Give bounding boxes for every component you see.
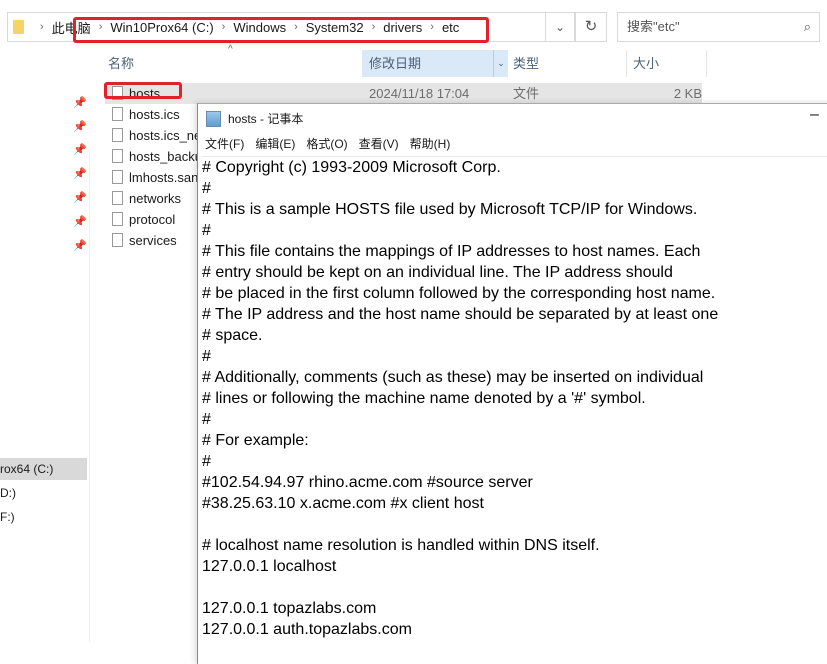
text-line: 127.0.0.1 auth.topazlabs.com [202, 621, 412, 638]
minimize-button[interactable]: – [810, 106, 819, 124]
menu-file[interactable]: 文件(F) [205, 135, 244, 155]
menu-view[interactable]: 查看(V) [359, 135, 399, 155]
text-line: # [202, 222, 211, 239]
file-icon [112, 170, 123, 184]
address-history-dropdown[interactable]: ⌄ [545, 12, 575, 42]
text-line: # [202, 411, 211, 428]
file-type: 文件 [513, 86, 540, 101]
refresh-button[interactable]: ↻ [575, 12, 607, 42]
column-header-size[interactable]: 大小 [633, 50, 659, 77]
column-header-name[interactable]: 名称 [108, 50, 134, 77]
text-line [202, 514, 827, 535]
file-name: services [129, 233, 177, 248]
text-line: #38.25.63.10 x.acme.com #x client host [202, 495, 484, 512]
file-size: 2 KB [673, 86, 702, 101]
chevron-down-icon[interactable]: ⌄ [493, 50, 508, 77]
pin-icon[interactable]: 📌 [73, 239, 87, 252]
pin-icon[interactable]: 📌 [73, 120, 87, 133]
text-line: #102.54.94.97 rhino.acme.com #source ser… [202, 474, 533, 491]
notepad-icon [206, 110, 221, 127]
file-name: hosts.ics [129, 107, 180, 122]
file-name: hosts_backu [129, 149, 202, 164]
file-icon [112, 107, 123, 121]
pin-icon[interactable]: 📌 [73, 96, 87, 109]
file-icon [112, 191, 123, 205]
menu-format[interactable]: 格式(O) [306, 135, 347, 155]
text-line: # entry should be kept on an individual … [202, 264, 673, 281]
text-line: # The IP address and the host name shoul… [202, 306, 719, 323]
sort-up-icon: ^ [228, 44, 233, 55]
menu-bar: 文件(F) 编辑(E) 格式(O) 查看(V) 帮助(H) [198, 135, 827, 155]
search-icon: ⌕ [803, 19, 811, 34]
text-line: # [202, 453, 211, 470]
text-line: # [202, 180, 211, 197]
text-line: # [202, 348, 211, 365]
notepad-window: hosts - 记事本 – 文件(F) 编辑(E) 格式(O) 查看(V) 帮助… [197, 103, 827, 664]
nav-drive-c[interactable]: rox64 (C:) [0, 458, 87, 480]
nav-drive-f[interactable]: F:) [0, 506, 15, 528]
chevron-right-icon: › [40, 21, 44, 33]
file-icon [112, 149, 123, 163]
highlight-box-path [73, 17, 489, 43]
nav-drive-d[interactable]: D:) [0, 482, 16, 504]
file-name: hosts.ics_ne [129, 128, 202, 143]
file-name: networks [129, 191, 182, 206]
divider [706, 50, 707, 77]
text-line: # This is a sample HOSTS file used by Mi… [202, 201, 698, 218]
pin-icon[interactable]: 📌 [73, 143, 87, 156]
text-line: # Additionally, comments (such as these)… [202, 369, 704, 386]
column-header-date[interactable]: 修改日期 ⌄ [362, 50, 508, 77]
pin-icon[interactable]: 📌 [73, 215, 87, 228]
text-line: # For example: [202, 432, 309, 449]
text-line [202, 577, 827, 598]
column-header-type[interactable]: 类型 [513, 50, 539, 77]
window-title: hosts - 记事本 [228, 112, 304, 126]
file-row-hosts[interactable]: hosts 2024/11/18 17:04 文件 2 KB [105, 83, 702, 104]
text-line: # localhost name resolution is handled w… [202, 537, 600, 554]
text-line: # be placed in the first column followed… [202, 285, 716, 302]
highlight-box-hosts [104, 82, 182, 99]
text-line: # This file contains the mappings of IP … [202, 243, 701, 260]
search-placeholder: 搜索"etc" [627, 19, 680, 34]
date-header-label: 修改日期 [369, 56, 422, 71]
text-editor[interactable]: # Copyright (c) 1993-2009 Microsoft Corp… [202, 156, 827, 640]
text-line: 127.0.0.1 localhost [202, 558, 337, 575]
folder-icon [13, 20, 24, 34]
pin-icon[interactable]: 📌 [73, 167, 87, 180]
file-name: protocol [129, 212, 176, 227]
menu-edit[interactable]: 编辑(E) [255, 135, 295, 155]
notepad-title-bar: hosts - 记事本 [206, 110, 303, 127]
menu-help[interactable]: 帮助(H) [410, 135, 451, 155]
search-input[interactable]: 搜索"etc" ⌕ [617, 12, 820, 42]
text-line: 127.0.0.1 topazlabs.com [202, 600, 377, 617]
file-icon [112, 233, 123, 247]
file-date: 2024/11/18 17:04 [369, 86, 470, 101]
pin-icon[interactable]: 📌 [73, 191, 87, 204]
text-line: # Copyright (c) 1993-2009 Microsoft Corp… [202, 159, 501, 176]
divider [626, 50, 627, 77]
file-name: lmhosts.san [129, 170, 199, 185]
text-line: # space. [202, 327, 263, 344]
file-icon [112, 212, 123, 226]
text-line: # lines or following the machine name de… [202, 390, 646, 407]
nav-pane-divider [89, 150, 90, 642]
file-icon [112, 128, 123, 142]
